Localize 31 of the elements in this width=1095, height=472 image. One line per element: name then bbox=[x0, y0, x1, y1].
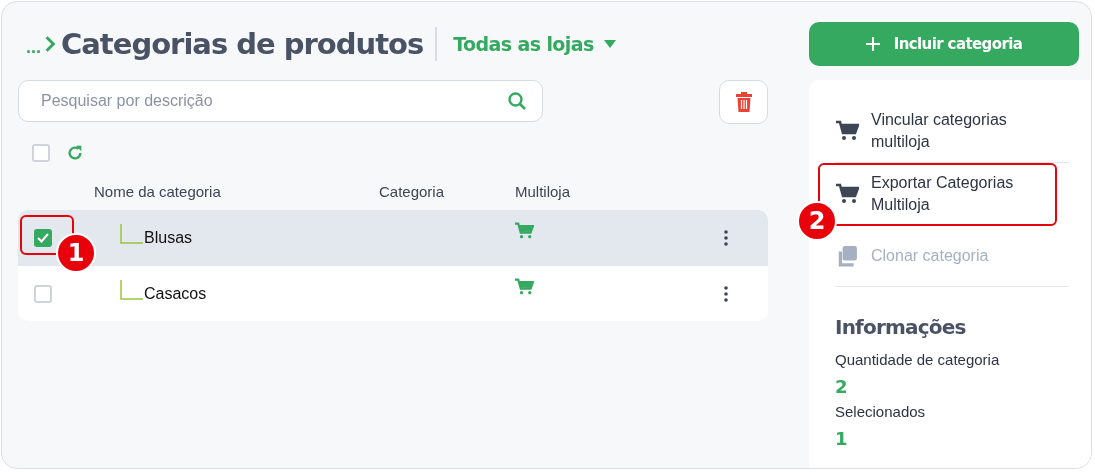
trash-icon bbox=[735, 92, 752, 112]
row-checkbox[interactable] bbox=[34, 284, 52, 303]
caret-icon bbox=[603, 40, 616, 48]
more-options-icon[interactable] bbox=[724, 229, 728, 246]
column-header: Nome da categoria bbox=[94, 182, 222, 200]
tree-line bbox=[120, 279, 144, 300]
column-header: Categoria bbox=[379, 182, 446, 200]
info-value: 1 bbox=[835, 428, 849, 449]
callout-badge: 1 bbox=[56, 232, 96, 273]
column-header: Multiloja bbox=[515, 182, 571, 200]
info-heading: Informações bbox=[835, 315, 967, 339]
info-value: 2 bbox=[835, 376, 849, 397]
plus-icon bbox=[865, 37, 880, 51]
more-options-icon[interactable] bbox=[724, 285, 728, 302]
delete-button[interactable] bbox=[719, 80, 768, 124]
select-all-checkbox[interactable] bbox=[32, 144, 50, 162]
cart-icon bbox=[835, 120, 859, 142]
category-name: Casacos bbox=[144, 284, 208, 303]
tree-line bbox=[120, 223, 144, 244]
info-label: Selecionados bbox=[835, 403, 927, 420]
category-name: Blusas bbox=[144, 228, 194, 247]
row-checkbox[interactable] bbox=[34, 228, 52, 247]
search-icon bbox=[507, 91, 527, 111]
callout-badge: 2 bbox=[797, 201, 837, 241]
page-title: Categorias de produtos bbox=[61, 27, 424, 61]
search-field[interactable]: Pesquisar por descrição bbox=[18, 80, 543, 122]
menu-item[interactable]: Vincular categorias multiloja bbox=[835, 100, 1069, 163]
refresh-icon[interactable] bbox=[66, 144, 84, 162]
cart-icon bbox=[835, 183, 859, 205]
chevron-icon bbox=[44, 35, 56, 53]
info-label: Quantidade de categoria bbox=[835, 351, 1001, 368]
